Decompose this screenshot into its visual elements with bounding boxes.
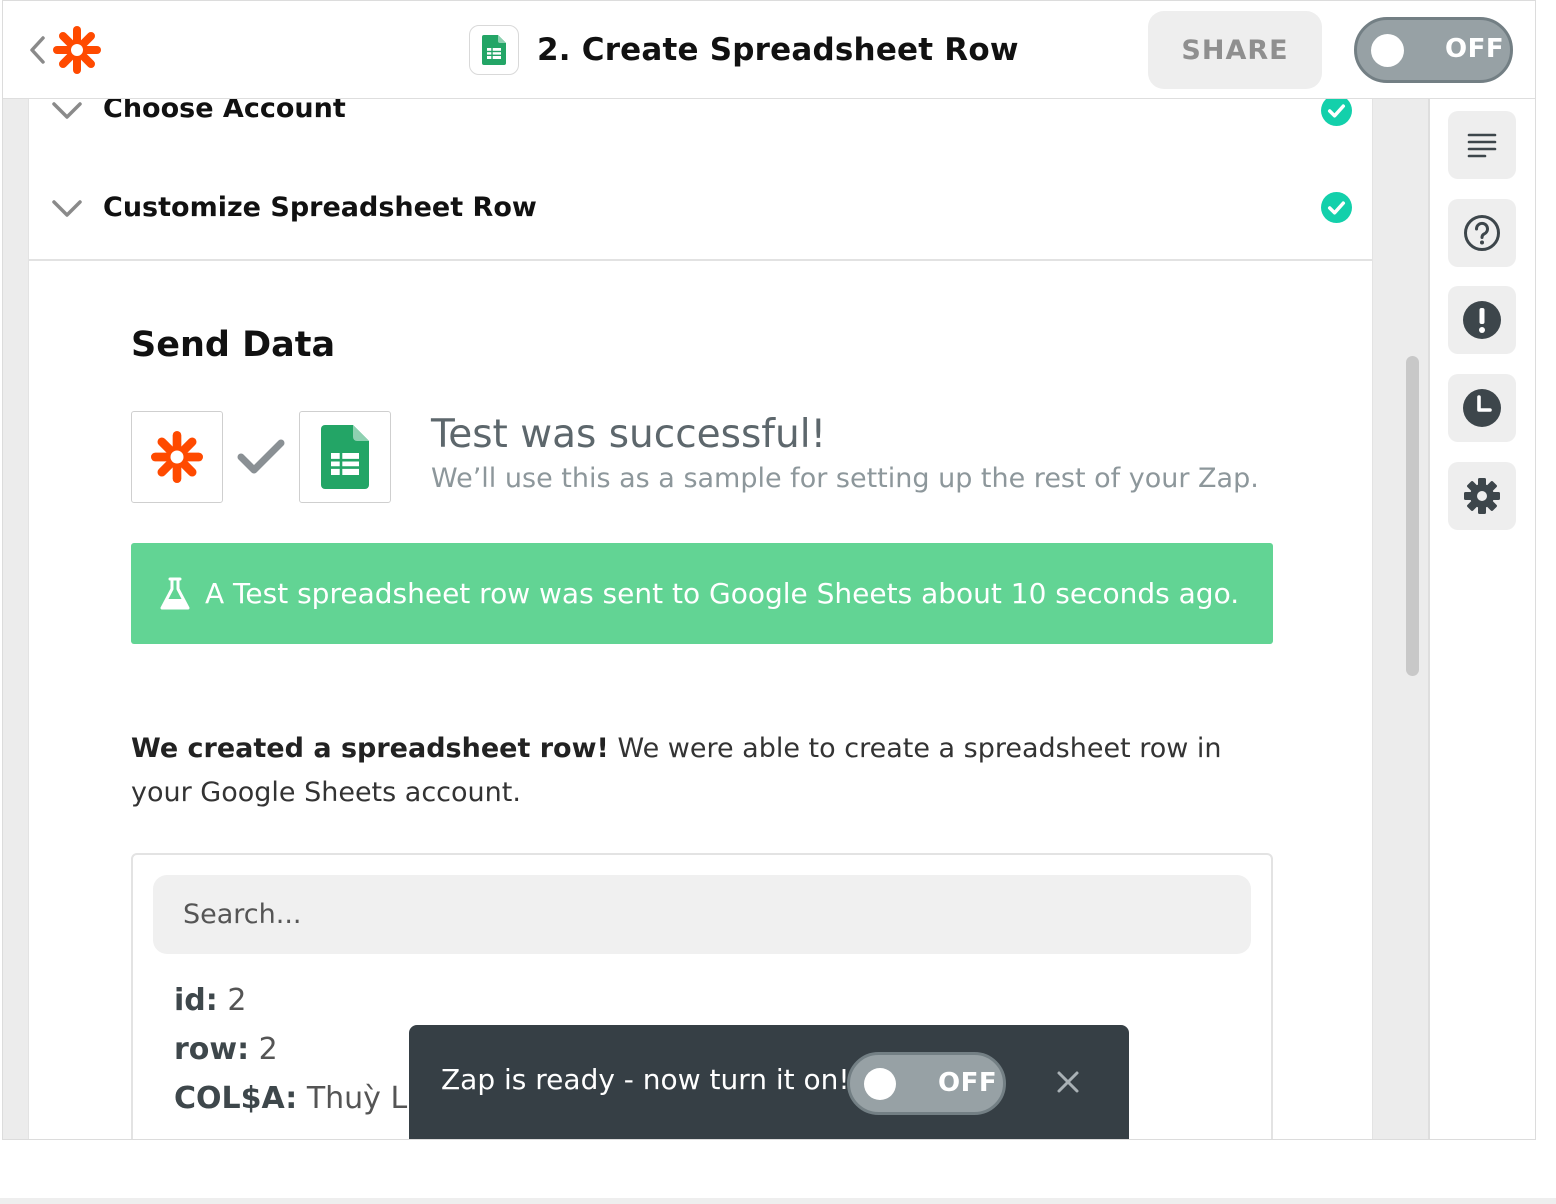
chevron-down-icon [52,200,82,217]
help-button[interactable] [1448,199,1516,267]
chevron-left-icon[interactable] [27,35,47,65]
zapier-logo[interactable] [53,26,101,74]
section-choose-account[interactable]: Choose Account [29,93,1372,161]
page-title: 2. Create Spreadsheet Row [537,32,1019,68]
zap-ready-toast: Zap is ready - now turn it on! OFF [409,1025,1129,1139]
check-circle-icon [1321,95,1352,126]
test-sent-banner: A Test spreadsheet row was sent to Googl… [131,543,1273,644]
bottom-edge [0,1198,1556,1204]
history-button[interactable] [1448,374,1516,442]
step-title: 2. Create Spreadsheet Row [469,23,1019,77]
send-data-heading: Send Data [131,325,336,365]
data-field-row: row: 2 [174,1032,278,1067]
settings-button[interactable] [1448,462,1516,530]
alert-icon [1463,301,1501,339]
field-key: id: [174,983,218,1018]
section-label: Customize Spreadsheet Row [103,192,537,223]
close-icon[interactable] [1055,1069,1081,1095]
settings-icon [1464,478,1500,514]
test-success-title: Test was successful! [431,412,827,457]
field-value: 2 [227,983,247,1018]
details-icon [1467,133,1497,158]
check-circle-icon [1321,192,1352,223]
alerts-button[interactable] [1448,286,1516,354]
checkmark-icon [237,439,285,474]
field-key: COL$A: [174,1081,298,1116]
toggle-knob [864,1068,896,1100]
share-button[interactable]: SHARE [1148,11,1322,89]
banner-text: A Test spreadsheet row was sent to Googl… [205,577,1240,610]
created-heading: We created a spreadsheet row! [131,733,609,764]
google-sheets-app-icon [299,411,391,503]
scrollbar-thumb[interactable] [1406,356,1419,676]
section-customize-row[interactable]: Customize Spreadsheet Row [29,159,1372,261]
chevron-down-icon [52,102,82,119]
page-footer-area [0,1140,1556,1204]
toggle-label: OFF [1445,34,1505,64]
created-description: We created a spreadsheet row! We were ab… [131,727,1261,815]
editor-header: 2. Create Spreadsheet Row SHARE OFF [3,1,1535,99]
history-icon [1463,389,1501,427]
help-icon [1464,215,1500,251]
data-field-row: id: 2 [174,983,246,1018]
zapier-app-icon [131,411,223,503]
details-button[interactable] [1448,111,1516,179]
side-toolbar [1428,99,1535,1139]
test-success-subtitle: We’ll use this as a sample for setting u… [431,463,1259,494]
zap-on-off-toggle[interactable]: OFF [1354,17,1513,83]
toggle-label: OFF [938,1068,998,1098]
google-sheets-icon [469,25,519,75]
flask-icon [160,577,190,609]
field-key: row: [174,1032,250,1067]
app-window: 2. Create Spreadsheet Row SHARE OFF Choo… [2,0,1536,1140]
toast-on-off-toggle[interactable]: OFF [847,1052,1006,1115]
toast-message: Zap is ready - now turn it on! [441,1063,850,1096]
step-panel: Choose Account Customize Spreadsheet Row… [28,93,1373,1139]
search-input[interactable] [153,875,1251,954]
field-value: 2 [258,1032,278,1067]
toggle-knob [1371,34,1404,67]
